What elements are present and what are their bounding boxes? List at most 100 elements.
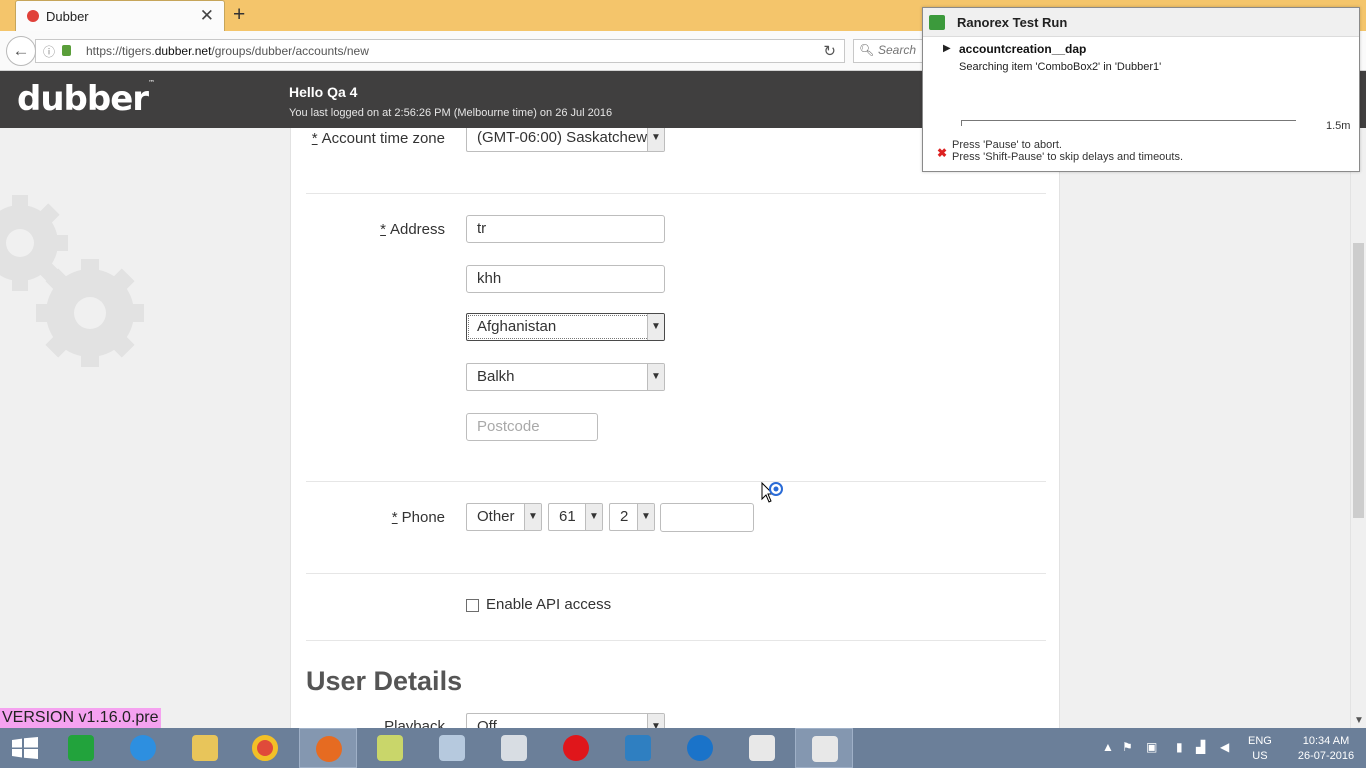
gears-decoration-icon [0, 195, 144, 367]
ranorex-title: Ranorex Test Run [957, 15, 1068, 30]
phone-area-code-select[interactable]: 2 ▼ [609, 503, 655, 531]
taskbar-file-manager[interactable] [361, 728, 419, 768]
windows-taskbar: ▲ ⚑ ▣ ▮ ▟ ◀ ENG US 10:34 AM 26-07-2016 [0, 728, 1366, 768]
internet-explorer-icon [130, 735, 156, 761]
start-button[interactable] [0, 728, 58, 768]
taskbar-firefox[interactable] [299, 728, 357, 768]
phone-country-code-value: 61 [559, 508, 576, 525]
chrome-icon [252, 735, 278, 761]
greeting-text: Hello Qa 4 [289, 84, 358, 100]
country-select[interactable]: Afghanistan ▼ [466, 313, 665, 341]
volume-icon[interactable]: ◀ [1220, 740, 1229, 754]
taskbar-calculator[interactable] [485, 728, 543, 768]
chevron-down-icon: ▼ [647, 364, 664, 390]
file-manager-icon [377, 735, 403, 761]
phone-type-select[interactable]: Other ▼ [466, 503, 542, 531]
taskbar-opera[interactable] [547, 728, 605, 768]
ranorex-hint-shift-pause: Press 'Shift-Pause' to skip delays and t… [952, 151, 1184, 163]
divider [306, 640, 1046, 641]
network-icon[interactable]: ▟ [1196, 740, 1205, 754]
back-arrow-icon: ← [12, 41, 30, 60]
dubber-favicon-icon [27, 10, 39, 22]
search-icon: 🔍︎ [859, 43, 875, 57]
chevron-down-icon: ▼ [524, 504, 541, 530]
calculator-icon [501, 735, 527, 761]
browser-tab[interactable]: Dubber ✕ [15, 0, 225, 31]
busy-cursor-icon [761, 482, 783, 503]
tray-expand-icon[interactable]: ▲ [1102, 740, 1114, 754]
app-tt-icon [625, 735, 651, 761]
ranorex-test-run-popup: Ranorex Test Run ▶ accountcreation__dap … [922, 7, 1360, 172]
user-details-heading: User Details [306, 666, 463, 696]
version-badge: VERSION v1.16.0.pre [0, 708, 161, 728]
close-tab-icon[interactable]: ✕ [200, 6, 214, 26]
url-text[interactable]: https://tigers.dubber.net/groups/dubber/… [86, 44, 369, 58]
page-content: * Account time zone (GMT-06:00) Saskatche… [0, 128, 1350, 728]
phone-label: * Phone [391, 509, 445, 526]
chevron-down-icon: ▼ [585, 504, 602, 530]
region-value: Balkh [477, 368, 515, 385]
address-label: * Address [380, 221, 445, 238]
country-value: Afghanistan [477, 318, 557, 335]
reload-icon[interactable]: ↻ [823, 42, 836, 60]
phone-number-input[interactable] [660, 503, 754, 532]
ranorex-elapsed: 1.5m [1326, 120, 1351, 132]
back-button[interactable]: ← [6, 36, 36, 66]
store-icon [68, 735, 94, 761]
ranorex-icon [749, 735, 775, 761]
battery-icon[interactable]: ▮ [1176, 740, 1183, 754]
vertical-scrollbar[interactable]: ▼ [1350, 128, 1366, 728]
address-line2-input[interactable]: khh [466, 265, 665, 293]
address-line1-input[interactable]: tr [466, 215, 665, 243]
taskbar-notepad[interactable] [423, 728, 481, 768]
ranorex-header: Ranorex Test Run [923, 8, 1359, 37]
taskbar-ranorex-a[interactable] [733, 728, 791, 768]
language-indicator[interactable]: ENG US [1248, 734, 1272, 764]
tray-app-icon[interactable]: ▣ [1146, 740, 1157, 754]
clock[interactable]: 10:34 AM 26-07-2016 [1290, 734, 1362, 764]
playback-select[interactable]: Off ▼ [466, 713, 665, 728]
opera-icon [563, 735, 589, 761]
flag-icon[interactable]: ⚑ [1122, 740, 1133, 754]
windows-logo-icon [12, 737, 38, 759]
divider [306, 573, 1046, 574]
tab-title: Dubber [46, 9, 89, 24]
search-input[interactable] [878, 43, 922, 57]
scrollbar-thumb[interactable] [1353, 243, 1364, 518]
postcode-input[interactable]: Postcode [466, 413, 598, 441]
api-access-checkbox[interactable] [466, 599, 479, 612]
api-access-label[interactable]: Enable API access [486, 596, 611, 613]
taskbar-teamviewer[interactable] [671, 728, 729, 768]
url-bar[interactable]: ⓘ https://tigers.dubber.net/groups/dubbe… [35, 39, 845, 63]
info-icon[interactable]: ⓘ [43, 43, 55, 60]
taskbar-app-tt[interactable] [609, 728, 667, 768]
teamviewer-icon [687, 735, 713, 761]
ranorex-icon [812, 736, 838, 762]
taskbar-ranorex-b[interactable] [795, 728, 853, 768]
lock-icon [62, 45, 71, 56]
taskbar-store[interactable] [52, 728, 110, 768]
dubber-logo[interactable]: dubber™ [17, 79, 155, 119]
ranorex-status: Searching item 'ComboBox2' in 'Dubber1' [959, 61, 1162, 73]
search-box[interactable]: 🔍︎ [853, 39, 923, 63]
taskbar-internet-explorer[interactable] [114, 728, 172, 768]
playback-value: Off [477, 718, 497, 728]
timezone-value: (GMT-06:00) Saskatchewa [477, 129, 656, 146]
divider [306, 193, 1046, 194]
last-login-text: You last logged on at 2:56:26 PM (Melbou… [289, 107, 613, 119]
ranorex-progress-bar [961, 120, 1296, 126]
scroll-down-icon[interactable]: ▼ [1354, 715, 1364, 726]
ranorex-play-icon [929, 15, 945, 30]
region-select[interactable]: Balkh ▼ [466, 363, 665, 391]
taskbar-file-explorer[interactable] [176, 728, 234, 768]
new-tab-icon[interactable]: + [233, 3, 245, 27]
phone-type-value: Other [477, 508, 515, 525]
taskbar-chrome[interactable] [236, 728, 294, 768]
chevron-down-icon: ▼ [647, 128, 664, 151]
timezone-select[interactable]: (GMT-06:00) Saskatchewa ▼ [466, 128, 665, 152]
notepad-icon [439, 735, 465, 761]
phone-area-code-value: 2 [620, 508, 629, 525]
account-form-card: * Account time zone (GMT-06:00) Saskatche… [290, 128, 1060, 728]
playback-label: Playback [384, 718, 445, 728]
phone-country-code-select[interactable]: 61 ▼ [548, 503, 603, 531]
